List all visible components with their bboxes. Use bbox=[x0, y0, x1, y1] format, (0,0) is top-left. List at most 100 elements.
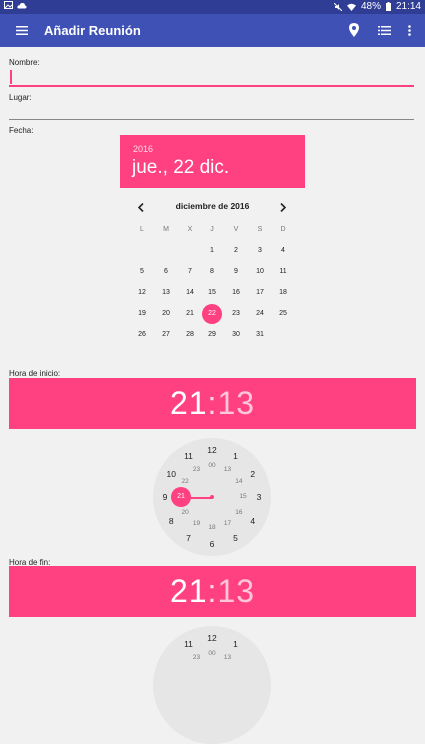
calendar-day[interactable]: 31 bbox=[250, 325, 270, 345]
clock-outer-number[interactable]: 1 bbox=[229, 450, 243, 462]
clock-outer-number[interactable]: 7 bbox=[182, 532, 196, 544]
clock-outer-number[interactable]: 5 bbox=[229, 532, 243, 544]
calendar-day[interactable]: 16 bbox=[226, 283, 246, 303]
clock-inner-number[interactable]: 00 bbox=[205, 460, 219, 472]
location-button[interactable] bbox=[344, 20, 364, 40]
end-time-display: 21:13 bbox=[9, 566, 416, 617]
clock-inner-number[interactable]: 23 bbox=[190, 652, 204, 664]
start-hour[interactable]: 21 bbox=[170, 385, 208, 421]
overflow-menu-button[interactable] bbox=[399, 20, 419, 40]
calendar-day[interactable]: 8 bbox=[202, 262, 222, 282]
calendar-day[interactable]: 10 bbox=[250, 262, 270, 282]
wifi-icon bbox=[346, 3, 356, 11]
date-picker-header: 2016 jue., 22 dic. bbox=[120, 135, 305, 188]
clock-outer-number[interactable]: 10 bbox=[164, 468, 178, 480]
weekday-header: X bbox=[187, 226, 193, 233]
calendar-day[interactable]: 21 bbox=[180, 304, 200, 324]
clock-outer-number[interactable]: 12 bbox=[205, 632, 219, 644]
selected-date[interactable]: jue., 22 dic. bbox=[132, 157, 229, 179]
place-label: Lugar: bbox=[9, 93, 32, 102]
clock-outer-number[interactable]: 9 bbox=[158, 491, 172, 503]
clock-inner-number[interactable]: 15 bbox=[236, 491, 250, 503]
clock-inner-number[interactable]: 19 bbox=[190, 518, 204, 530]
calendar-day[interactable]: 25 bbox=[273, 304, 293, 324]
end-minute[interactable]: 13 bbox=[217, 573, 255, 609]
calendar-day[interactable]: 20 bbox=[156, 304, 176, 324]
calendar-day[interactable]: 4 bbox=[273, 241, 293, 261]
calendar-day[interactable]: 19 bbox=[132, 304, 152, 324]
clock-outer-number[interactable]: 11 bbox=[182, 450, 196, 462]
list-view-button[interactable] bbox=[374, 20, 394, 40]
clock-inner-number[interactable]: 13 bbox=[221, 652, 235, 664]
hamburger-icon bbox=[16, 25, 28, 35]
clock-inner-number[interactable]: 20 bbox=[178, 507, 192, 519]
calendar-day[interactable]: 23 bbox=[226, 304, 246, 324]
calendar-day[interactable]: 6 bbox=[156, 262, 176, 282]
mute-icon bbox=[333, 2, 342, 11]
calendar-day[interactable]: 28 bbox=[180, 325, 200, 345]
month-title: diciembre de 2016 bbox=[175, 201, 250, 211]
clock-inner-number[interactable]: 17 bbox=[221, 518, 235, 530]
calendar-day[interactable]: 18 bbox=[273, 283, 293, 303]
battery-icon bbox=[385, 2, 391, 11]
clock-inner-number[interactable]: 23 bbox=[190, 464, 204, 476]
calendar-day[interactable]: 29 bbox=[202, 325, 222, 345]
clock-outer-number[interactable]: 8 bbox=[164, 515, 178, 527]
clock-inner-number[interactable]: 16 bbox=[232, 507, 246, 519]
clock-inner-number[interactable]: 13 bbox=[221, 464, 235, 476]
calendar-day[interactable]: 24 bbox=[250, 304, 270, 324]
status-bar: 48% 21:14 bbox=[0, 0, 425, 14]
gallery-notification-icon bbox=[4, 1, 13, 9]
clock-inner-number[interactable]: 18 bbox=[205, 522, 219, 534]
calendar-day[interactable]: 14 bbox=[180, 283, 200, 303]
start-minute[interactable]: 13 bbox=[217, 385, 255, 421]
clock-outer-number[interactable]: 4 bbox=[246, 515, 260, 527]
calendar-day[interactable]: 12 bbox=[132, 283, 152, 303]
clock-outer-number[interactable]: 6 bbox=[205, 538, 219, 550]
clock-selected-hour[interactable]: 21 bbox=[171, 487, 191, 507]
menu-button[interactable] bbox=[12, 20, 32, 40]
calendar-day[interactable]: 1 bbox=[202, 241, 222, 261]
weekday-header: D bbox=[280, 226, 286, 233]
clock-outer-number[interactable]: 2 bbox=[246, 468, 260, 480]
clock-inner-number[interactable]: 00 bbox=[205, 648, 219, 660]
clock-inner-number[interactable]: 22 bbox=[178, 476, 192, 488]
calendar-day[interactable]: 11 bbox=[273, 262, 293, 282]
more-vert-icon bbox=[407, 24, 411, 36]
calendar-day[interactable]: 27 bbox=[156, 325, 176, 345]
clock-outer-number[interactable]: 11 bbox=[182, 638, 196, 650]
calendar-day[interactable]: 30 bbox=[226, 325, 246, 345]
next-month-button[interactable] bbox=[280, 201, 287, 215]
calendar-day-selected[interactable]: 22 bbox=[202, 304, 222, 324]
weekday-header: J bbox=[210, 226, 214, 233]
status-time: 21:14 bbox=[395, 1, 421, 12]
clock-inner-number[interactable]: 14 bbox=[232, 476, 246, 488]
text-cursor bbox=[10, 70, 12, 84]
calendar-day[interactable]: 26 bbox=[132, 325, 152, 345]
place-input[interactable] bbox=[9, 119, 414, 120]
selected-year[interactable]: 2016 bbox=[133, 144, 153, 154]
calendar-day[interactable]: 15 bbox=[202, 283, 222, 303]
start-time-clock-dial[interactable]: 12 1 2 3 4 5 6 7 8 9 10 11 00 13 14 15 16 17 18 19 20 22 23 21 bbox=[153, 438, 271, 556]
calendar-day[interactable]: 17 bbox=[250, 283, 270, 303]
calendar-day[interactable]: 9 bbox=[226, 262, 246, 282]
clock-outer-number[interactable]: 1 bbox=[229, 638, 243, 650]
clock-outer-number[interactable]: 12 bbox=[205, 444, 219, 456]
weekday-header: L bbox=[140, 226, 144, 233]
battery-percent: 48% bbox=[360, 1, 381, 12]
calendar-day[interactable]: 3 bbox=[250, 241, 270, 261]
cloud-notification-icon bbox=[17, 2, 27, 8]
calendar-day[interactable]: 7 bbox=[180, 262, 200, 282]
calendar-day[interactable]: 13 bbox=[156, 283, 176, 303]
start-time-label: Hora de inicio: bbox=[9, 369, 61, 378]
clock-outer-number[interactable]: 3 bbox=[252, 491, 266, 503]
weekday-header: S bbox=[257, 226, 263, 233]
name-label: Nombre: bbox=[9, 58, 40, 67]
name-input[interactable] bbox=[9, 85, 414, 87]
location-pin-icon bbox=[349, 23, 359, 37]
end-hour[interactable]: 21 bbox=[170, 573, 208, 609]
list-icon bbox=[377, 25, 391, 35]
calendar-day[interactable]: 5 bbox=[132, 262, 152, 282]
calendar-day[interactable]: 2 bbox=[226, 241, 246, 261]
end-time-clock-dial[interactable]: 12 1 11 00 13 23 bbox=[153, 626, 271, 744]
